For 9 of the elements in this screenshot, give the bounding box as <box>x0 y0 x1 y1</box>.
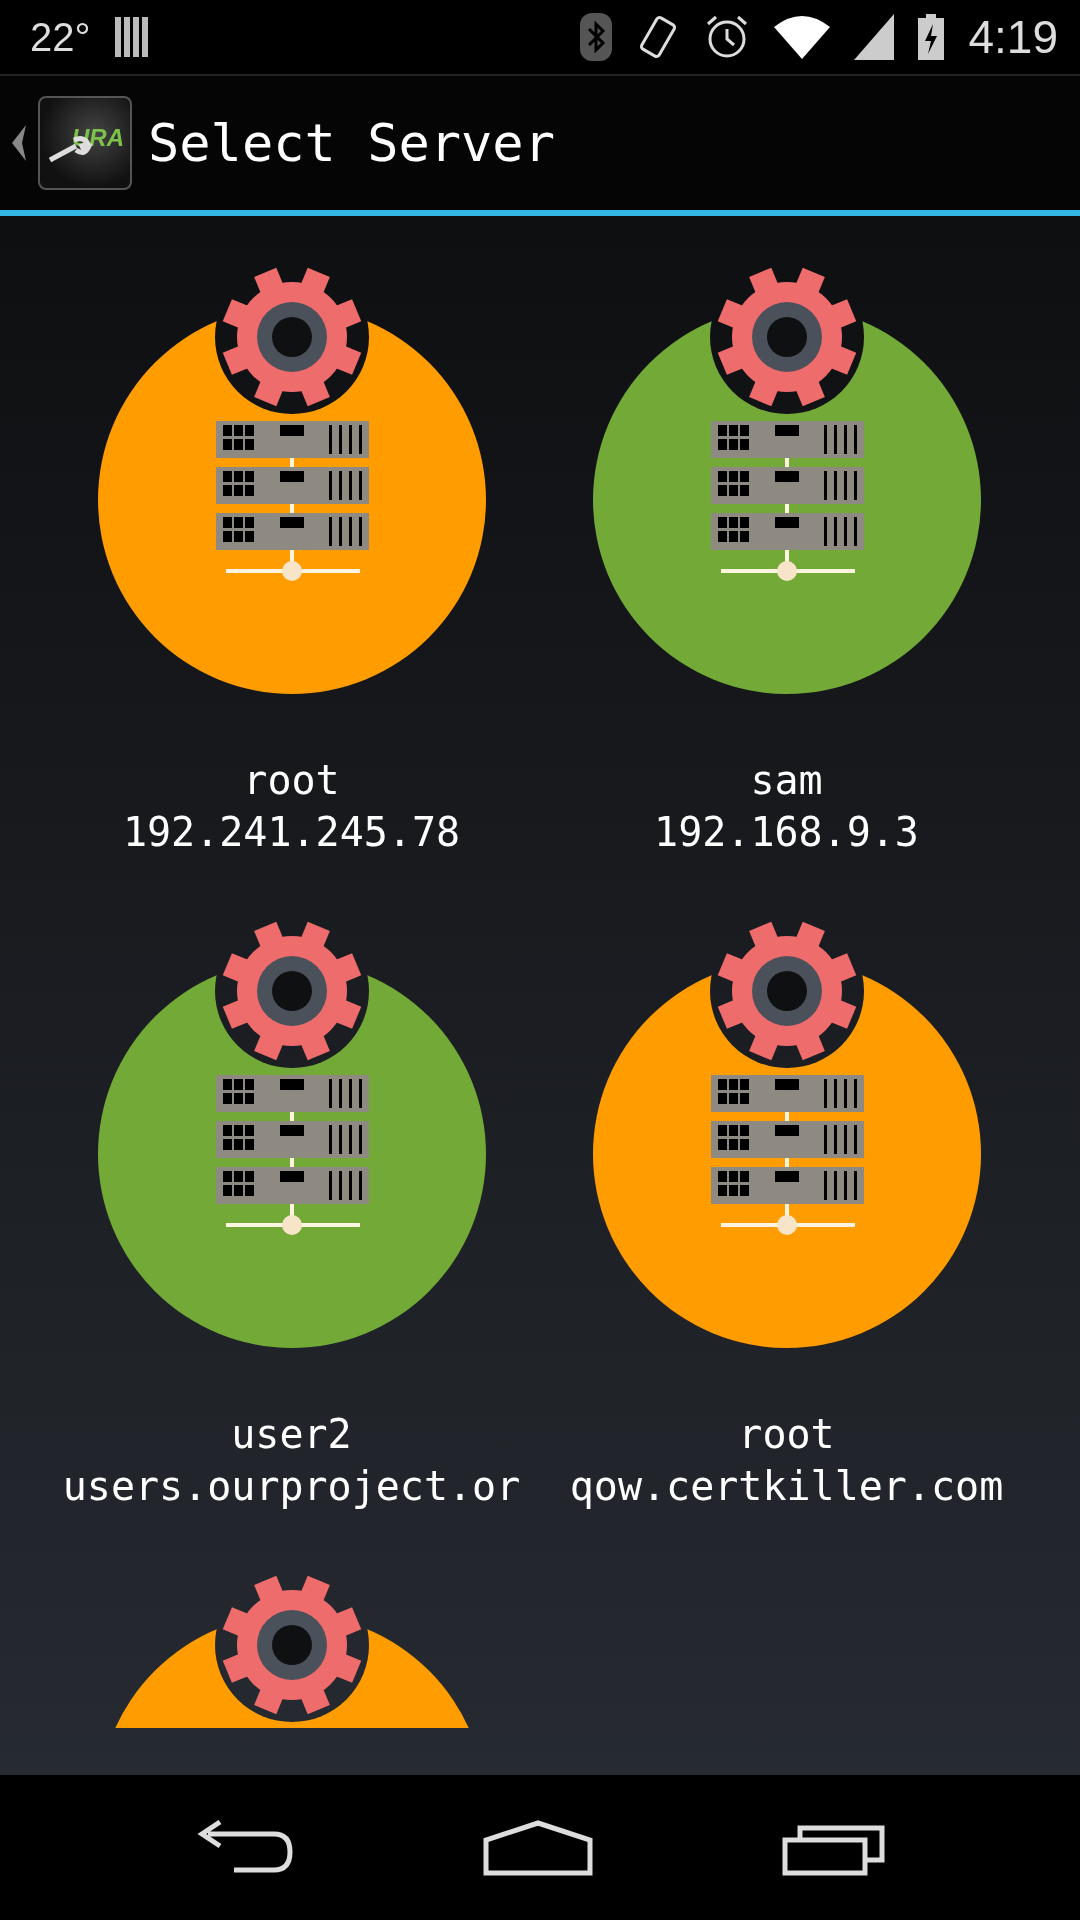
server-user[interactable]: user2 <box>231 1414 352 1454</box>
temperature: 22° <box>30 14 91 60</box>
server-user[interactable]: root <box>243 760 340 800</box>
server-user[interactable]: sam <box>750 760 823 800</box>
screen-title: Select Server <box>148 113 555 173</box>
server-host[interactable]: 192.168.9.3 <box>654 812 919 852</box>
server-user[interactable]: root <box>738 1414 835 1454</box>
clock: 4:19 <box>968 10 1058 64</box>
server-host[interactable]: 192.241.245.78 <box>122 812 461 852</box>
